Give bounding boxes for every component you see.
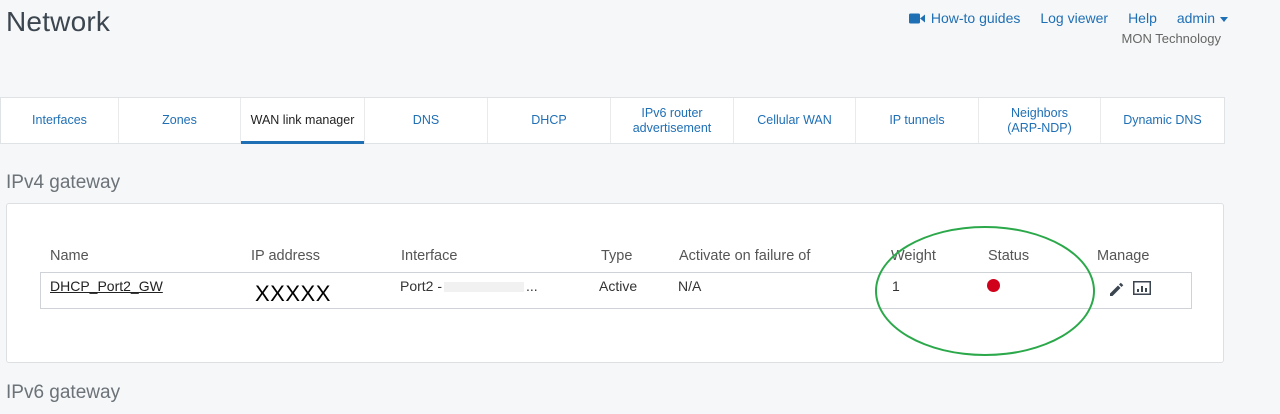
tab-ipv6-router-advertisement[interactable]: IPv6 router advertisement xyxy=(611,98,734,143)
gateway-name: DHCP_Port2_GW xyxy=(50,278,163,294)
ipv6-section-title: IPv6 gateway xyxy=(6,382,121,403)
interface-suffix: ... xyxy=(526,278,538,294)
column-header-type: Type xyxy=(601,248,633,264)
tab-bar: Interfaces Zones WAN link manager DNS DH… xyxy=(0,97,1225,144)
tab-dynamic-dns[interactable]: Dynamic DNS xyxy=(1101,98,1224,143)
type-cell: Active xyxy=(599,278,638,294)
tab-cellular-wan[interactable]: Cellular WAN xyxy=(734,98,856,143)
page-title: Network xyxy=(6,6,111,37)
tab-dhcp[interactable]: DHCP xyxy=(488,98,611,143)
column-header-manage: Manage xyxy=(1097,248,1150,264)
status-indicator xyxy=(987,279,1000,292)
activate-on-failure-cell: N/A xyxy=(678,278,702,294)
column-header-name: Name xyxy=(50,248,89,264)
gateway-name-link[interactable]: DHCP_Port2_GW xyxy=(50,278,163,294)
ipv4-section-title: IPv4 gateway xyxy=(6,172,121,193)
video-camera-icon xyxy=(908,13,925,24)
tab-wan-link-manager[interactable]: WAN link manager xyxy=(241,98,365,144)
ipv4-gateway-panel: Name IP address Interface Type Activate … xyxy=(6,203,1224,363)
interface-cell: Port2 -... xyxy=(400,278,538,294)
table-row: DHCP_Port2_GW XXXXX Port2 -... Active N/… xyxy=(40,272,1192,309)
interface-prefix: Port2 - xyxy=(400,278,443,294)
howto-guides-link[interactable]: How-to guides xyxy=(908,10,1021,26)
tab-interfaces[interactable]: Interfaces xyxy=(1,98,119,143)
edit-button[interactable] xyxy=(1108,281,1124,302)
column-header-weight: Weight xyxy=(891,248,936,264)
column-header-status: Status xyxy=(988,248,1030,264)
organization-name: MON Technology xyxy=(1121,31,1221,46)
tab-dns[interactable]: DNS xyxy=(365,98,488,143)
chevron-down-icon xyxy=(1220,16,1228,22)
bar-chart-icon xyxy=(1133,281,1151,295)
tab-zones[interactable]: Zones xyxy=(119,98,241,143)
help-link[interactable]: Help xyxy=(1128,10,1157,26)
pencil-icon xyxy=(1110,282,1124,296)
column-header-ip: IP address xyxy=(251,248,321,264)
top-navigation: How-to guides Log viewer Help admin xyxy=(889,10,1228,26)
howto-guides-label: How-to guides xyxy=(930,10,1021,26)
column-header-activate: Activate on failure of xyxy=(679,248,811,264)
user-menu[interactable]: admin xyxy=(1177,10,1228,26)
tab-ip-tunnels[interactable]: IP tunnels xyxy=(856,98,979,143)
view-chart-button[interactable] xyxy=(1133,281,1151,300)
column-header-interface: Interface xyxy=(401,248,458,264)
tab-neighbors[interactable]: Neighbors (ARP-NDP) xyxy=(979,98,1101,143)
ip-address-cell: XXXXX xyxy=(255,281,331,306)
redacted-region xyxy=(444,282,525,293)
weight-cell: 1 xyxy=(892,278,900,294)
log-viewer-link[interactable]: Log viewer xyxy=(1040,10,1108,26)
user-name: admin xyxy=(1176,10,1215,26)
